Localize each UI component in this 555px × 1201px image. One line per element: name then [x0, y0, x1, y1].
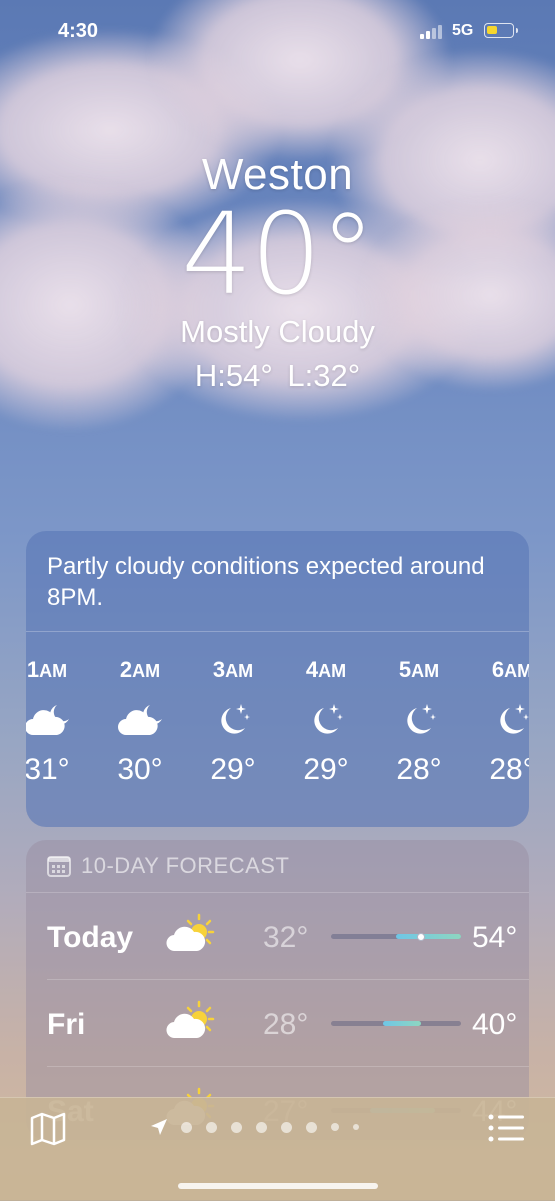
forecast-low: 28°: [263, 1008, 309, 1041]
hour-temp: 29°: [303, 753, 349, 786]
battery-icon: [484, 23, 518, 38]
cloud-moon-icon: [26, 695, 82, 745]
hour-label: 1AM: [26, 657, 82, 687]
hour-number: 6: [491, 657, 505, 682]
hour-temp: 28°: [396, 753, 442, 786]
hour-temp: 28°: [489, 753, 529, 786]
moon-stars-icon: [477, 695, 529, 745]
map-icon[interactable]: [30, 1112, 66, 1146]
temperature-range-bar: [331, 932, 461, 941]
temperature-range-fill: [396, 934, 461, 939]
current-temperature: 40°: [181, 190, 376, 320]
current-condition: Mostly Cloudy: [180, 314, 375, 349]
hourly-summary: Partly cloudy conditions expected around…: [26, 531, 529, 632]
location-arrow-icon: [151, 1119, 167, 1135]
page-dot[interactable]: [256, 1121, 267, 1133]
partly-sunny-icon: [165, 913, 215, 958]
status-bar: 4:30 5G: [0, 0, 555, 60]
hour-item: 4AM 29°: [291, 657, 361, 787]
hour-temp: 31°: [26, 753, 70, 786]
page-dot[interactable]: [206, 1121, 217, 1133]
forecast-day: Fri: [47, 1008, 86, 1041]
page-dot[interactable]: [306, 1121, 317, 1133]
page-dot[interactable]: [353, 1124, 359, 1130]
page-dot[interactable]: [281, 1121, 292, 1133]
hour-temp: 30°: [117, 753, 163, 786]
hour-ampm: AM: [318, 661, 347, 681]
moon-stars-icon: [384, 695, 454, 745]
status-time: 4:30: [58, 20, 99, 42]
hour-item: 6AM 28°: [477, 657, 529, 787]
high-low: H:54° L:32°: [194, 358, 361, 393]
hour-temp: 29°: [210, 753, 256, 786]
hourly-scroller[interactable]: 1AM 31° 2AM 30° 3AM 29° 4AM 29° 5AM 28° 6AM 28°: [26, 632, 529, 827]
hour-item: 2AM 30°: [105, 657, 175, 787]
hour-label: 6AM: [477, 657, 529, 687]
current-weather: Weston 40° Mostly Cloudy H:54° L:32°: [0, 150, 555, 394]
page-dot[interactable]: [331, 1123, 339, 1131]
ten-day-forecast-card[interactable]: 10-DAY FORECAST Today32°54°Fri28°40°Sat2…: [26, 840, 529, 1140]
hour-ampm: AM: [225, 661, 254, 681]
page-dot[interactable]: [181, 1121, 192, 1133]
home-indicator[interactable]: [178, 1183, 378, 1189]
hour-label: 2AM: [105, 657, 175, 687]
hourly-forecast-card[interactable]: Partly cloudy conditions expected around…: [26, 531, 529, 827]
temperature-range-bar: [331, 1021, 461, 1026]
hour-item: 1AM 31°: [26, 657, 82, 787]
hour-label: 5AM: [384, 657, 454, 687]
hour-item: 3AM 29°: [198, 657, 268, 787]
hour-ampm: AM: [39, 661, 68, 681]
partly-sunny-icon: [165, 1000, 215, 1045]
hour-number: 1: [26, 657, 40, 682]
page-indicator[interactable]: [150, 1118, 366, 1136]
temperature-range-fill: [383, 1021, 421, 1026]
hour-label: 3AM: [198, 657, 268, 687]
hour-item: 5AM 28°: [384, 657, 454, 787]
forecast-header-label: 10-DAY FORECAST: [81, 853, 290, 878]
hour-ampm: AM: [132, 661, 161, 681]
forecast-row[interactable]: Today 32° 54°: [47, 893, 529, 980]
forecast-high: 54°: [472, 921, 518, 954]
page-dot[interactable]: [231, 1121, 242, 1133]
current-temp-dot: [416, 932, 425, 941]
hour-number: 2: [119, 657, 133, 682]
cloud-moon-icon: [105, 695, 175, 745]
hour-number: 3: [212, 657, 226, 682]
forecast-row[interactable]: Fri 28° 40°: [47, 980, 529, 1067]
forecast-header: 10-DAY FORECAST: [26, 840, 529, 893]
network-type: 5G: [452, 22, 474, 39]
forecast-day: Today: [47, 921, 134, 954]
hour-number: 4: [305, 657, 319, 682]
signal-icon: [420, 25, 442, 39]
list-icon[interactable]: [488, 1114, 524, 1142]
forecast-low: 32°: [263, 921, 309, 954]
moon-stars-icon: [291, 695, 361, 745]
hour-number: 5: [398, 657, 412, 682]
hour-label: 4AM: [291, 657, 361, 687]
hour-ampm: AM: [504, 661, 529, 681]
hour-ampm: AM: [411, 661, 440, 681]
calendar-icon: [47, 856, 71, 877]
moon-stars-icon: [198, 695, 268, 745]
forecast-high: 40°: [472, 1008, 518, 1041]
